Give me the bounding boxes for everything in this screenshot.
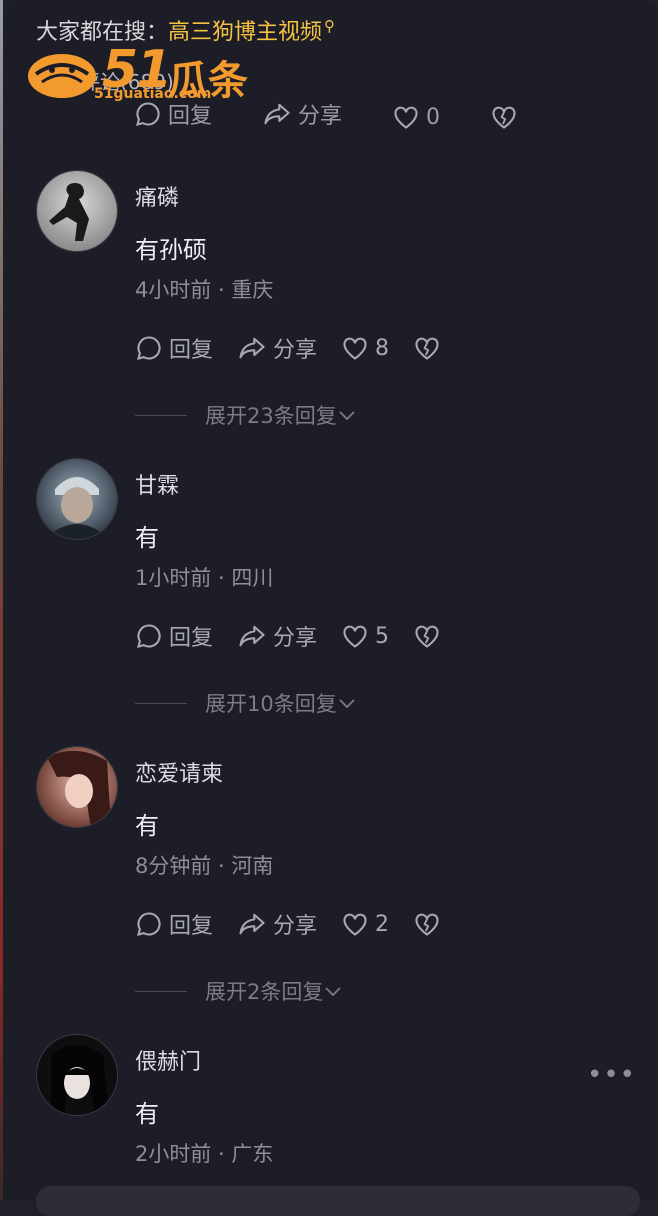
heart-icon: [394, 106, 418, 129]
comment-actions: 回复 分享 5: [135, 620, 465, 652]
broken-heart-icon: [415, 337, 439, 360]
divider: [135, 990, 187, 992]
share-icon: [264, 103, 290, 125]
divider: [135, 414, 187, 416]
previous-comment-actions: 回复 分享 0: [134, 100, 542, 130]
heart-icon: [343, 913, 367, 936]
expand-replies-button[interactable]: 展开10条回复: [135, 688, 357, 718]
share-label: 分享: [273, 914, 318, 939]
reply-button[interactable]: 回复: [135, 908, 213, 940]
broken-heart-icon: [415, 913, 439, 936]
dislike-button[interactable]: [490, 104, 518, 130]
reply-icon: [136, 102, 160, 126]
watermark-mascot-icon: [28, 54, 96, 98]
like-button[interactable]: 5: [341, 623, 389, 649]
comment-input-bar[interactable]: [36, 1186, 640, 1216]
search-icon[interactable]: ⚲: [324, 17, 335, 35]
avatar[interactable]: [36, 1034, 118, 1116]
share-label: 分享: [273, 626, 318, 651]
comment-meta: 4小时前 · 重庆: [135, 278, 274, 302]
reply-button[interactable]: 回复: [135, 332, 213, 364]
like-button[interactable]: 8: [341, 335, 389, 361]
watermark-logo: 51 瓜条 51guatiao.com: [22, 40, 262, 106]
reply-label: 回复: [168, 104, 213, 129]
like-button[interactable]: 2: [341, 911, 389, 937]
share-icon: [239, 913, 265, 935]
expand-replies-label: 展开10条回复: [205, 692, 337, 716]
comment-username[interactable]: 偎赫门: [135, 1044, 201, 1076]
share-label: 分享: [298, 104, 343, 129]
expand-replies-button[interactable]: 展开23条回复: [135, 400, 357, 430]
heart-icon: [343, 337, 367, 360]
divider: [135, 702, 187, 704]
dislike-button[interactable]: [413, 335, 441, 361]
avatar[interactable]: [36, 170, 118, 252]
comment-username[interactable]: 痛磷: [135, 180, 179, 212]
comment-meta: 8分钟前 · 河南: [135, 854, 274, 878]
comment-username[interactable]: 恋爱请柬: [135, 756, 223, 788]
share-icon: [239, 337, 265, 359]
chevron-down-icon: [339, 699, 355, 709]
avatar[interactable]: [36, 458, 118, 540]
expand-replies-button[interactable]: 展开2条回复: [135, 976, 343, 1006]
share-button[interactable]: 分享: [237, 332, 317, 364]
expand-replies-label: 展开23条回复: [205, 404, 337, 428]
comment-username[interactable]: 甘霖: [135, 468, 179, 500]
like-count: 8: [375, 335, 390, 361]
like-button[interactable]: 0: [392, 104, 440, 130]
reply-icon: [137, 912, 161, 936]
share-button[interactable]: 分享: [237, 908, 317, 940]
broken-heart-icon: [415, 625, 439, 648]
comment-text: 有: [135, 1100, 159, 1128]
comment-text: 有孙硕: [135, 236, 207, 264]
heart-icon: [343, 625, 367, 648]
chevron-down-icon: [325, 987, 342, 997]
reply-label: 回复: [169, 914, 214, 939]
reply-button[interactable]: 回复: [135, 620, 213, 652]
dislike-button[interactable]: [413, 623, 441, 649]
broken-heart-icon: [492, 106, 516, 129]
comment-text: 有: [135, 812, 159, 840]
comment-text: 有: [135, 524, 159, 552]
reply-icon: [137, 336, 161, 360]
share-label: 分享: [273, 338, 318, 363]
comment-actions: 回复 分享 8: [135, 332, 465, 364]
like-count: 2: [375, 911, 390, 937]
like-count: 5: [375, 623, 390, 649]
chevron-down-icon: [339, 411, 355, 421]
reply-label: 回复: [169, 626, 214, 651]
share-icon: [239, 625, 265, 647]
reply-button[interactable]: 回复: [134, 100, 212, 130]
comment-meta: 2小时前 · 广东: [135, 1142, 274, 1166]
reply-label: 回复: [169, 338, 214, 363]
expand-replies-label: 展开2条回复: [205, 980, 324, 1004]
avatar[interactable]: [36, 746, 118, 828]
reply-icon: [137, 624, 161, 648]
more-options-button[interactable]: •••: [587, 1060, 636, 1090]
comment-actions: 回复 分享 2: [135, 908, 465, 940]
share-button[interactable]: 分享: [237, 620, 317, 652]
like-count: 0: [426, 104, 441, 130]
comment-meta: 1小时前 · 四川: [135, 566, 274, 590]
dislike-button[interactable]: [413, 911, 441, 937]
share-button[interactable]: 分享: [262, 100, 342, 130]
